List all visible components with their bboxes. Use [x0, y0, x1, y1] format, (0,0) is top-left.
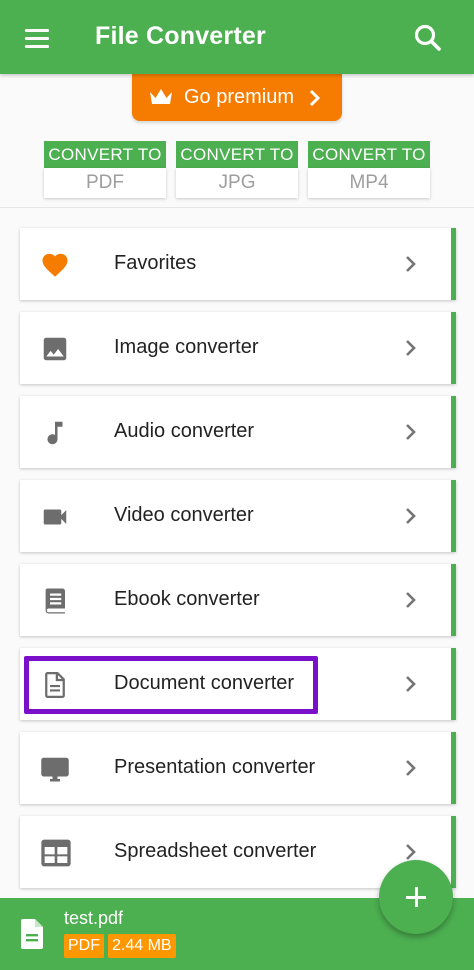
menu-item-label: Image converter	[114, 336, 259, 358]
chevron-right-icon	[404, 506, 418, 531]
chevron-right-icon	[308, 88, 322, 114]
menu-item-label: Spreadsheet converter	[114, 840, 317, 862]
menu-item-video-converter[interactable]: Video converter	[20, 480, 456, 552]
chevron-right-icon	[404, 674, 418, 699]
music-note-icon	[40, 418, 70, 448]
menu-item-label: Document converter	[114, 672, 295, 694]
add-file-button[interactable]	[379, 860, 453, 934]
app-title: File Converter	[95, 22, 266, 50]
search-icon[interactable]	[410, 20, 446, 56]
image-icon	[40, 334, 70, 364]
crown-icon	[148, 86, 174, 114]
chevron-right-icon	[404, 758, 418, 783]
menu-icon[interactable]	[18, 22, 58, 54]
menu-item-label: Video converter	[114, 504, 254, 526]
file-name: test.pdf	[64, 908, 124, 928]
chevron-right-icon	[404, 422, 418, 447]
plus-icon-stroke	[415, 887, 418, 907]
menu-item-ebook-converter[interactable]: Ebook converter	[20, 564, 456, 636]
convert-format-label: JPG	[176, 168, 298, 198]
convert-to-header: CONVERT TO	[176, 141, 298, 168]
go-premium-button[interactable]: Go premium	[132, 74, 342, 121]
convert-to-header: CONVERT TO	[308, 141, 430, 168]
chevron-right-icon	[404, 338, 418, 363]
videocam-icon	[40, 502, 70, 532]
document-icon	[40, 670, 70, 700]
heart-icon	[40, 250, 70, 280]
convert-format-label: PDF	[44, 168, 166, 198]
monitor-icon	[40, 754, 70, 784]
convert-to-jpg-button[interactable]: CONVERT TO JPG	[176, 141, 298, 198]
file-type-badge: PDF	[64, 934, 104, 958]
file-icon	[20, 918, 44, 955]
menu-item-favorites[interactable]: Favorites	[20, 228, 456, 300]
menu-item-document-converter[interactable]: Document converter	[20, 648, 456, 720]
menu-item-presentation-converter[interactable]: Presentation converter	[20, 732, 456, 804]
go-premium-label: Go premium	[184, 86, 295, 108]
menu-item-label: Presentation converter	[114, 756, 316, 778]
convert-to-mp4-button[interactable]: CONVERT TO MP4	[308, 141, 430, 198]
convert-to-pdf-button[interactable]: CONVERT TO PDF	[44, 141, 166, 198]
chevron-right-icon	[404, 254, 418, 279]
divider	[0, 207, 474, 208]
menu-item-label: Favorites	[114, 252, 197, 274]
convert-format-label: MP4	[308, 168, 430, 198]
table-icon	[40, 838, 71, 868]
menu-item-label: Audio converter	[114, 420, 255, 442]
chevron-right-icon	[404, 590, 418, 615]
file-size-badge: 2.44 MB	[108, 934, 176, 958]
menu-item-image-converter[interactable]: Image converter	[20, 312, 456, 384]
book-icon	[40, 586, 70, 616]
app-bar: File Converter	[0, 0, 474, 74]
menu-item-audio-converter[interactable]: Audio converter	[20, 396, 456, 468]
menu-item-label: Ebook converter	[114, 588, 260, 610]
convert-to-header: CONVERT TO	[44, 141, 166, 168]
